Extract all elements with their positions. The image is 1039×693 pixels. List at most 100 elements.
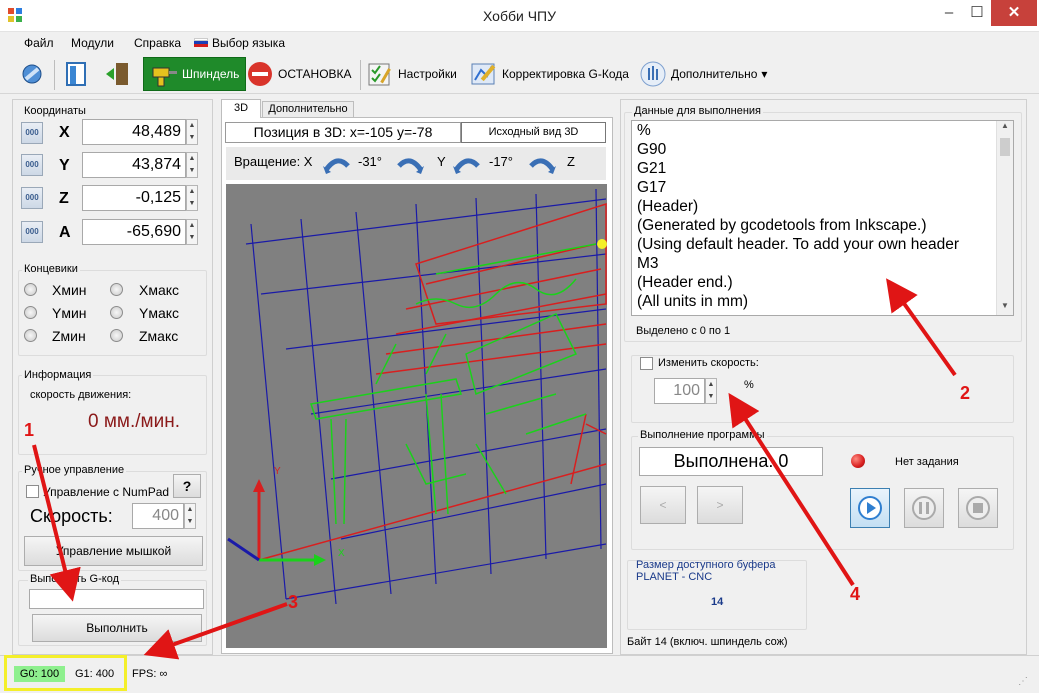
spin-up-icon[interactable]: ▲	[185, 504, 195, 516]
reset-view-button[interactable]: Исходный вид 3D	[461, 122, 606, 143]
spindle-button[interactable]: Шпиндель	[143, 57, 247, 91]
toolbar-separator	[360, 60, 361, 90]
zero-y-button[interactable]: 000	[21, 154, 43, 176]
buffer-value: 14	[711, 596, 724, 608]
gcode-line[interactable]: G21	[632, 159, 1013, 178]
buffer-bytes: Байт 14 (включ. шпиндель сож)	[627, 636, 788, 648]
gcode-line[interactable]: (Header)	[632, 197, 1013, 216]
manual-speed-spinner[interactable]: ▲ ▼	[184, 503, 196, 529]
speed-percent-field[interactable]: 100	[654, 378, 705, 404]
execute-button[interactable]: Выполнить	[32, 614, 202, 642]
rotation-y-label: Y	[437, 154, 446, 169]
change-speed-checkbox[interactable]	[640, 357, 653, 370]
zero-x-button[interactable]: 000	[21, 122, 43, 144]
spin-up-icon[interactable]: ▲	[187, 220, 197, 232]
annotation-4: 4	[850, 584, 861, 604]
x-spinner[interactable]: ▲ ▼	[186, 119, 198, 145]
stop-icon	[248, 62, 272, 86]
spin-up-icon[interactable]: ▲	[706, 379, 716, 391]
stop-program-button[interactable]	[958, 488, 998, 528]
zmin-label: Zмин	[52, 328, 86, 344]
gcode-listing[interactable]: % G90 G21 G17 (Header) (Generated by gco…	[631, 120, 1014, 316]
coordinates-label: Координаты	[22, 105, 88, 117]
prev-button[interactable]: <	[640, 486, 686, 524]
menu-file[interactable]: Файл	[24, 36, 54, 50]
extra-dropdown-button[interactable]: Дополнительно ▾	[639, 57, 767, 91]
pause-button[interactable]	[904, 488, 944, 528]
zero-z-button[interactable]: 000	[21, 187, 43, 209]
zero-a-button[interactable]: 000	[21, 221, 43, 243]
z-spinner[interactable]: ▲ ▼	[186, 185, 198, 211]
rotate-x-right-icon[interactable]	[395, 152, 425, 174]
xmax-label: Xмакс	[139, 282, 180, 298]
gcode-line[interactable]: (Header end.)	[632, 273, 1013, 292]
gcode-command-input[interactable]	[29, 589, 204, 609]
spin-down-icon[interactable]: ▼	[706, 391, 716, 403]
x-coordinate-field[interactable]: 48,489	[82, 119, 186, 145]
position-readout: Позиция в 3D: x=-105 y=-78	[225, 122, 461, 143]
gcode-line[interactable]: %	[632, 121, 1013, 140]
numpad-checkbox[interactable]	[26, 485, 39, 498]
menu-help[interactable]: Справка	[134, 36, 181, 50]
a-coordinate-field[interactable]: -65,690	[82, 219, 186, 245]
a-spinner[interactable]: ▲ ▼	[186, 219, 198, 245]
axis-y-marker: Y	[274, 466, 281, 477]
menu-language[interactable]: Выбор языка	[212, 36, 285, 50]
spin-up-icon[interactable]: ▲	[187, 120, 197, 132]
scroll-thumb[interactable]	[1000, 138, 1010, 156]
tab-3d[interactable]: 3D	[221, 99, 261, 118]
gcode-correct-label: Корректировка G-Кода	[502, 67, 629, 81]
spin-down-icon[interactable]: ▼	[187, 198, 197, 210]
scroll-down-icon[interactable]: ▼	[997, 301, 1013, 315]
ymin-indicator	[24, 306, 37, 319]
minimize-button[interactable]: –	[935, 0, 963, 26]
manual-speed-field[interactable]: 400	[132, 503, 184, 529]
limits-label: Концевики	[22, 263, 80, 275]
data-panel-label: Данные для выполнения	[632, 105, 764, 117]
y-coordinate-field[interactable]: 43,874	[82, 152, 186, 178]
scroll-up-icon[interactable]: ▲	[997, 121, 1013, 135]
rotation-z-label: Z	[567, 154, 575, 169]
rotation-y-value: -17°	[489, 154, 513, 169]
rotate-x-left-icon[interactable]	[322, 152, 352, 174]
z-coordinate-field[interactable]: -0,125	[82, 185, 186, 211]
spin-up-icon[interactable]: ▲	[187, 186, 197, 198]
gcode-line[interactable]: G90	[632, 140, 1013, 159]
gcode-line[interactable]: (Using default header. To add your own h…	[632, 235, 1013, 254]
window-title: Хобби ЧПУ	[482, 8, 556, 24]
spin-down-icon[interactable]: ▼	[187, 232, 197, 244]
maximize-button[interactable]: ☐	[963, 0, 991, 26]
toolpath-preview: Y X	[227, 188, 607, 605]
exit-button[interactable]	[104, 57, 132, 91]
resize-grip-icon[interactable]: ⋰	[1018, 676, 1028, 687]
gcode-scrollbar[interactable]: ▲ ▼	[996, 121, 1013, 315]
gcode-line[interactable]: G17	[632, 178, 1013, 197]
spin-down-icon[interactable]: ▼	[187, 132, 197, 144]
next-button[interactable]: >	[697, 486, 743, 524]
menu-modules[interactable]: Модули	[71, 36, 114, 50]
emergency-stop-button[interactable]: ОСТАНОВКА	[246, 57, 352, 91]
spin-down-icon[interactable]: ▼	[185, 516, 195, 528]
play-button[interactable]	[850, 488, 890, 528]
manual-speed-label: Скорость:	[30, 506, 113, 526]
connect-button[interactable]	[18, 57, 46, 91]
speed-percent-spinner[interactable]: ▲ ▼	[705, 378, 717, 404]
open-file-button[interactable]	[62, 57, 90, 91]
settings-button[interactable]: Настройки	[366, 57, 457, 91]
help-button[interactable]: ?	[173, 474, 201, 498]
close-button[interactable]: ✕	[991, 0, 1037, 26]
tab-extra[interactable]: Дополнительно	[262, 101, 354, 118]
mouse-control-button[interactable]: Управление мышкой	[24, 536, 203, 566]
rotate-y-left-icon[interactable]	[452, 152, 482, 174]
gcode-line[interactable]: (All units in mm)	[632, 292, 1013, 311]
exec-gcode-label: Выполнить G-код	[28, 573, 121, 585]
rotate-y-right-icon[interactable]	[527, 152, 557, 174]
y-spinner[interactable]: ▲ ▼	[186, 152, 198, 178]
gcode-correct-button[interactable]: Корректировка G-Кода	[470, 57, 629, 91]
gcode-line[interactable]: M3	[632, 254, 1013, 273]
annotation-1: 1	[24, 420, 35, 440]
spin-up-icon[interactable]: ▲	[187, 153, 197, 165]
spin-down-icon[interactable]: ▼	[187, 165, 197, 177]
gcode-line[interactable]: (Generated by gcodetools from Inkscape.)	[632, 216, 1013, 235]
3d-viewport[interactable]: Y X	[226, 184, 607, 648]
